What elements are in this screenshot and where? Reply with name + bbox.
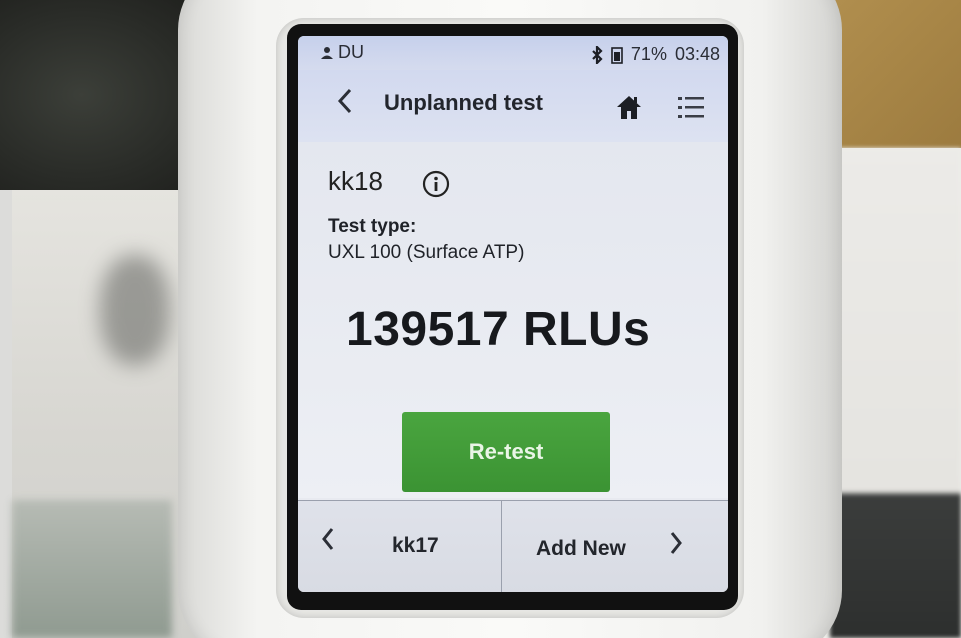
test-type-label: Test type: [328, 216, 417, 237]
status-bar: DU 71% 03:48 [298, 36, 728, 70]
test-result-panel: kk18 Test type: UXL 100 (Surface ATP) 13… [298, 142, 728, 498]
bluetooth-icon [592, 45, 603, 64]
battery-icon [611, 46, 623, 64]
status-indicators: 71% 03:48 [591, 44, 720, 65]
header: Unplanned test [298, 70, 728, 142]
list-menu-icon [678, 97, 704, 118]
menu-button[interactable] [676, 92, 706, 122]
chevron-left-icon [337, 88, 352, 114]
previous-test-button[interactable]: kk17 [298, 501, 501, 592]
test-id: kk18 [328, 166, 383, 196]
bottom-navigation: kk17 Add New [298, 500, 728, 592]
device-screen: DU 71% 03:48 Unplanned test kk18 Test ty… [298, 36, 728, 592]
home-icon [617, 96, 641, 119]
test-type-value: UXL 100 (Surface ATP) [328, 242, 525, 263]
page-title: Unplanned test [384, 90, 543, 115]
chevron-right-icon [668, 529, 684, 565]
previous-test-label: kk17 [392, 534, 439, 557]
add-new-button[interactable]: Add New [502, 501, 728, 592]
user-icon [321, 46, 333, 59]
info-button[interactable] [422, 170, 450, 198]
clock: 03:48 [674, 44, 720, 64]
battery-percent: 71% [630, 44, 667, 64]
background-bottom-left [12, 500, 172, 638]
user-initials: DU [338, 42, 364, 62]
retest-button[interactable]: Re-test [402, 412, 610, 492]
chevron-left-icon [320, 525, 336, 561]
status-user: DU [320, 42, 364, 63]
back-button[interactable] [336, 86, 354, 124]
background-object [100, 255, 170, 365]
info-icon [422, 170, 450, 198]
home-button[interactable] [614, 92, 644, 122]
rlu-result: 139517 RLUs [346, 303, 651, 356]
background-dark-fabric [0, 0, 204, 190]
add-new-label: Add New [536, 537, 626, 560]
background-right [830, 148, 961, 638]
